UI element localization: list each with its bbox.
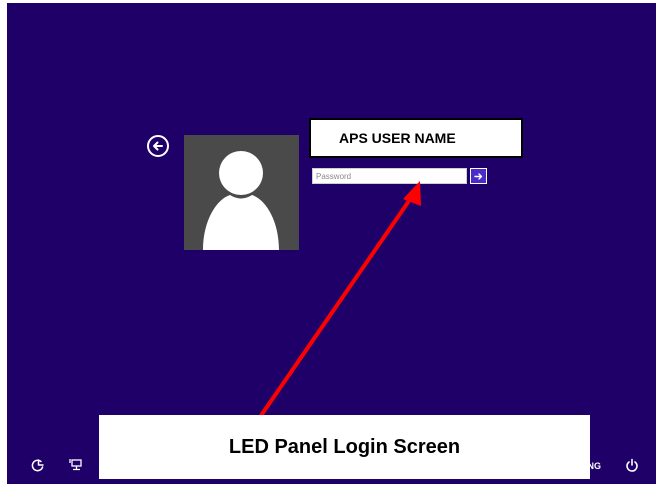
submit-button[interactable] [470, 168, 487, 184]
arrow-left-circle-icon [153, 141, 163, 151]
avatar [184, 135, 299, 250]
callout-arrow [258, 181, 421, 419]
password-field[interactable] [312, 168, 467, 184]
lock-screen: APS USER NAME LED Panel Login Screen ENG [7, 3, 656, 484]
back-button[interactable] [147, 135, 169, 157]
language-indicator[interactable]: ENG [590, 460, 601, 472]
user-silhouette-icon [203, 151, 279, 250]
caption-label: LED Panel Login Screen [99, 415, 590, 479]
screenshot-frame: APS USER NAME LED Panel Login Screen ENG [0, 0, 663, 502]
power-icon[interactable] [624, 457, 640, 473]
arrow-right-icon [474, 172, 483, 180]
network-icon[interactable] [68, 457, 84, 473]
username-label: APS USER NAME [309, 118, 523, 158]
ease-of-access-icon[interactable] [30, 457, 46, 473]
